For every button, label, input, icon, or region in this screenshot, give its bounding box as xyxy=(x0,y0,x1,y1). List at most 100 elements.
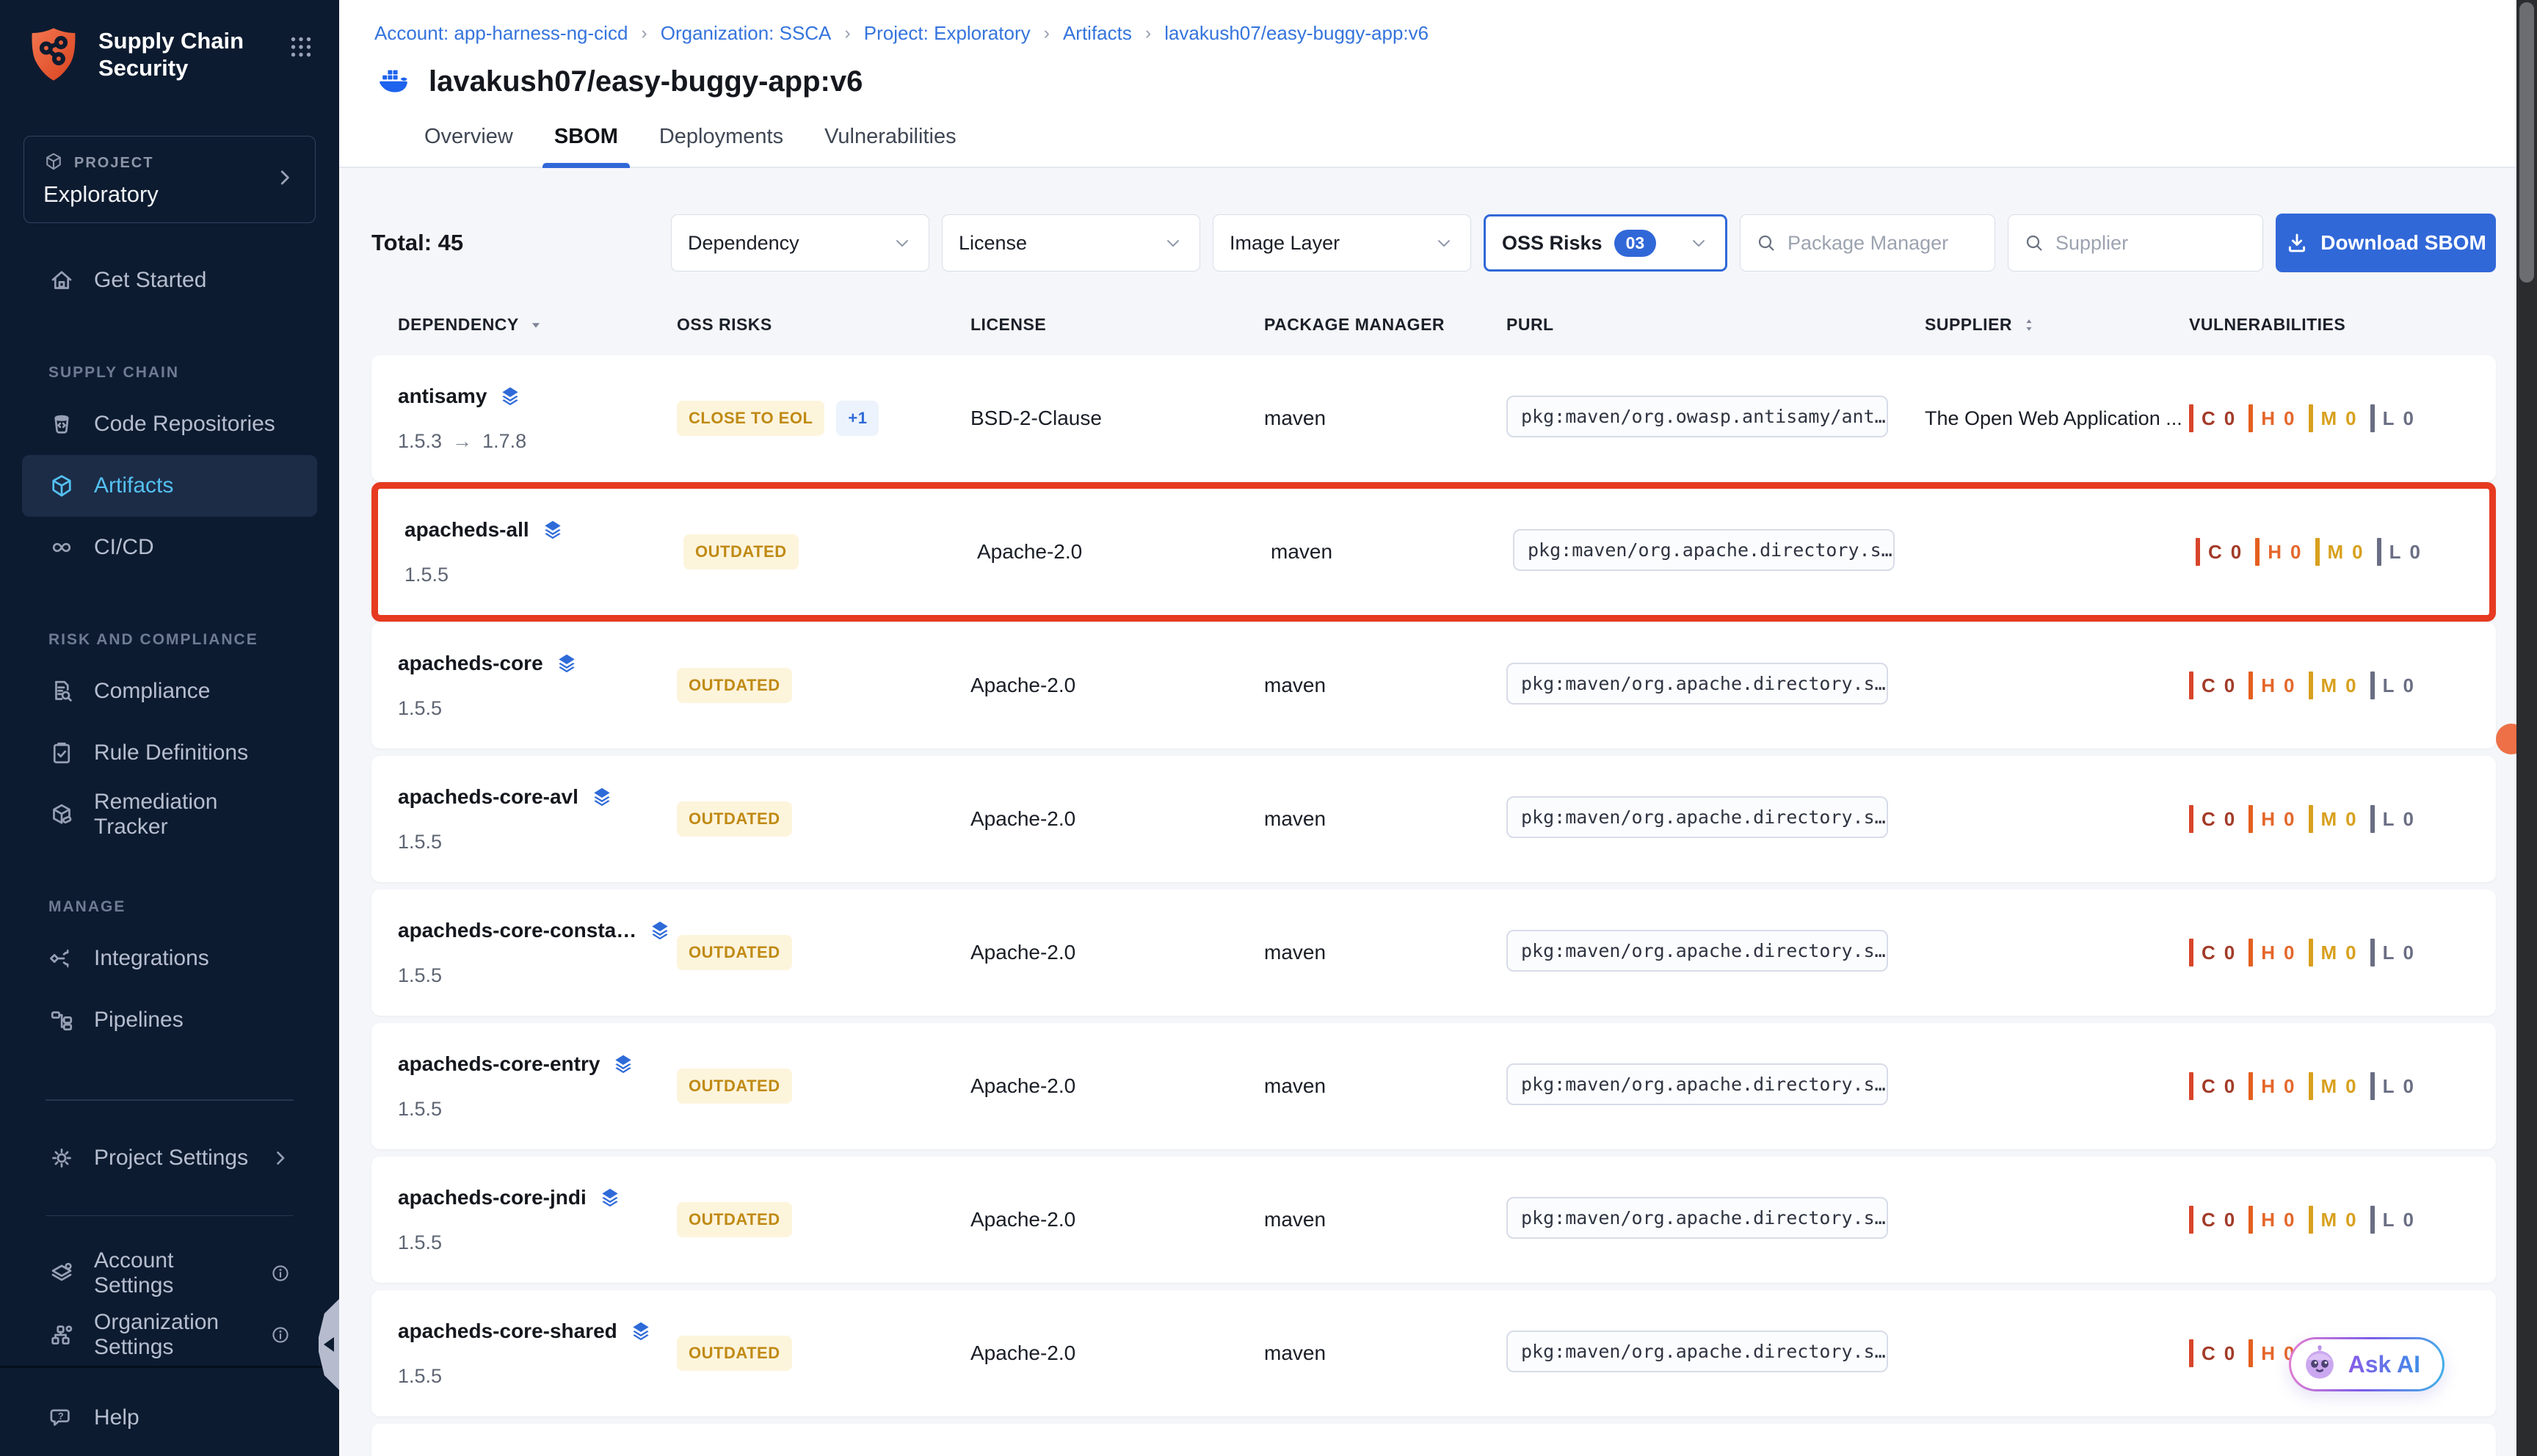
tab-deployments[interactable]: Deployments xyxy=(659,125,783,167)
vuln-count-l: L0 xyxy=(2370,805,2414,833)
severity-letter: M xyxy=(2321,674,2338,697)
dependency-name[interactable]: apacheds-core-jndi xyxy=(398,1186,587,1209)
table-row-apacheds-all[interactable]: apacheds-all1.5.5OUTDATEDApache-2.0maven… xyxy=(371,482,2496,622)
package-manager-cell: maven xyxy=(1264,1074,1506,1098)
table-row-apacheds-core-shared[interactable]: apacheds-core-shared1.5.5OUTDATEDApache-… xyxy=(371,1290,2496,1416)
dependency-name[interactable]: apacheds-core xyxy=(398,652,543,675)
docker-icon xyxy=(374,62,413,101)
package-manager-cell: maven xyxy=(1264,807,1506,831)
purl-pill[interactable]: pkg:maven/org.apache.directory.s… xyxy=(1513,529,1895,571)
table-row-apacheds-interceptor-[interactable]: apacheds-interceptor-…1.5.5OUTDATEDApach… xyxy=(371,1424,2496,1456)
table-row-apacheds-core-entry[interactable]: apacheds-core-entry 1.5.5 OUTDATEDApache-2… xyxy=(371,1023,2496,1149)
vuln-count-m: M0 xyxy=(2315,538,2364,566)
filter-dropdown-license[interactable]: License xyxy=(942,214,1200,272)
purl-pill[interactable]: pkg:maven/org.apache.directory.s… xyxy=(1506,930,1888,972)
vuln-count-l: L0 xyxy=(2370,1072,2414,1100)
column-header-supplier[interactable]: SUPPLIER xyxy=(1925,315,2189,335)
breadcrumb-link[interactable]: Project: Exploratory xyxy=(864,22,1031,45)
oss-risks-cell: OUTDATED xyxy=(677,935,970,970)
sidebar-item-ci-cd[interactable]: CI/CD xyxy=(22,517,317,578)
license-cell: Apache-2.0 xyxy=(970,1074,1264,1098)
project-selector[interactable]: PROJECT Exploratory xyxy=(23,136,316,223)
vuln-count-l: L0 xyxy=(2370,671,2414,699)
project-label: PROJECT xyxy=(74,155,153,172)
breadcrumb-link[interactable]: lavakush07/easy-buggy-app:v6 xyxy=(1164,22,1429,45)
sidebar-item-user[interactable]: L Lavakush xyxy=(22,1449,317,1456)
severity-letter: H xyxy=(2261,1342,2276,1365)
dependency-cell: apacheds-all1.5.5 xyxy=(404,518,683,586)
page-scrollbar[interactable] xyxy=(2516,0,2537,1456)
sidebar-item-project-settings[interactable]: Project Settings xyxy=(22,1127,317,1189)
breadcrumb-link[interactable]: Organization: SSCA xyxy=(661,22,832,45)
sidebar-item-label: CI/CD xyxy=(94,535,154,560)
vuln-count-m: M0 xyxy=(2309,805,2357,833)
purl-pill[interactable]: pkg:maven/org.owasp.antisamy/ant… xyxy=(1506,396,1888,437)
severity-letter: H xyxy=(2268,541,2282,564)
chevron-right-icon xyxy=(270,1148,291,1168)
oss-risks-cell: OUTDATED xyxy=(677,1336,970,1371)
table-row-apacheds-core[interactable]: apacheds-core1.5.5OUTDATEDApache-2.0mave… xyxy=(371,622,2496,749)
dependency-cell: apacheds-core-jndi1.5.5 xyxy=(398,1186,677,1254)
tab-vulnerabilities[interactable]: Vulnerabilities xyxy=(824,125,956,167)
table-row-apacheds-core-jndi[interactable]: apacheds-core-jndi1.5.5OUTDATEDApache-2.… xyxy=(371,1157,2496,1283)
filter-dropdown-oss-risks[interactable]: OSS Risks03 xyxy=(1484,214,1727,272)
breadcrumb-link[interactable]: Account: app-harness-ng-cicd xyxy=(374,22,628,45)
severity-count: 0 xyxy=(2284,808,2295,831)
column-header-dependency[interactable]: DEPENDENCY xyxy=(398,315,677,335)
dependency-name[interactable]: apacheds-core-consta… xyxy=(398,919,636,942)
risk-badge--1[interactable]: +1 xyxy=(836,401,879,436)
version-current: 1.5.5 xyxy=(398,1098,442,1121)
package-manager-cell: maven xyxy=(1264,407,1506,430)
app-title: Supply Chain Security xyxy=(98,25,244,81)
dependency-name[interactable]: apacheds-core-entry xyxy=(398,1052,600,1076)
ask-ai-button[interactable]: Ask AI xyxy=(2289,1337,2445,1391)
table-header: DEPENDENCYOSS RISKSLICENSEPACKAGE MANAGE… xyxy=(371,315,2496,335)
filter-dropdown-dependency[interactable]: Dependency xyxy=(671,214,929,272)
module-grid-icon[interactable] xyxy=(288,25,314,64)
layers-icon xyxy=(629,1320,653,1343)
oss-risks-cell: OUTDATED xyxy=(677,1069,970,1104)
dependency-name[interactable]: apacheds-core-shared xyxy=(398,1320,617,1343)
scrollbar-thumb[interactable] xyxy=(2519,2,2534,283)
sidebar-item-label: Account Settings xyxy=(94,1248,251,1298)
severity-count: 0 xyxy=(2345,942,2356,964)
purl-pill[interactable]: pkg:maven/org.apache.directory.s… xyxy=(1506,1197,1888,1239)
tab-overview[interactable]: Overview xyxy=(424,125,513,167)
breadcrumb-link[interactable]: Artifacts xyxy=(1063,22,1132,45)
sidebar-item-get-started[interactable]: Get Started xyxy=(22,250,317,311)
purl-pill[interactable]: pkg:maven/org.apache.directory.s… xyxy=(1506,1063,1888,1105)
purl-pill[interactable]: pkg:maven/org.apache.directory.s… xyxy=(1506,796,1888,838)
dependency-name[interactable]: apacheds-all xyxy=(404,518,529,542)
sidebar-item-label: Artifacts xyxy=(94,473,173,498)
download-sbom-button[interactable]: Download SBOM xyxy=(2276,214,2496,272)
sidebar-item-integrations[interactable]: Integrations xyxy=(22,928,317,989)
dependency-name[interactable]: apacheds-interceptor-… xyxy=(398,1453,634,1456)
search-input-supplier[interactable] xyxy=(2055,232,2248,255)
severity-count: 0 xyxy=(2345,1075,2356,1098)
sidebar-item-rule-definitions[interactable]: Rule Definitions xyxy=(22,722,317,784)
dependency-name[interactable]: apacheds-core-avl xyxy=(398,785,578,809)
purl-pill[interactable]: pkg:maven/org.apache.directory.s… xyxy=(1506,1331,1888,1372)
sidebar-item-compliance[interactable]: Compliance xyxy=(22,660,317,722)
sidebar-item-artifacts[interactable]: Artifacts xyxy=(22,455,317,517)
sidebar-item-pipelines[interactable]: Pipelines xyxy=(22,989,317,1051)
dependency-name[interactable]: antisamy xyxy=(398,385,487,408)
search-input-package-manager[interactable] xyxy=(1787,232,1980,255)
severity-count: 0 xyxy=(2224,1342,2235,1365)
sidebar-item-account-settings[interactable]: Account Settings xyxy=(22,1242,317,1304)
purl-pill[interactable]: pkg:maven/org.apache.directory.s… xyxy=(1506,663,1888,705)
sidebar-item-organization-settings[interactable]: Organization Settings xyxy=(22,1304,317,1366)
sidebar-item-remediation-tracker[interactable]: Remediation Tracker xyxy=(22,784,317,845)
sidebar-item-help[interactable]: ? Help xyxy=(22,1387,317,1449)
content: Total: 45 DependencyLicenseImage LayerOS… xyxy=(339,168,2537,1456)
table-row-apacheds-core-avl[interactable]: apacheds-core-avl1.5.5OUTDATEDApache-2.0… xyxy=(371,756,2496,882)
column-header-package-manager: PACKAGE MANAGER xyxy=(1264,315,1506,335)
version-current: 1.5.5 xyxy=(398,964,442,987)
package-manager-cell: maven xyxy=(1264,1342,1506,1365)
filter-dropdown-image-layer[interactable]: Image Layer xyxy=(1213,214,1471,272)
severity-letter: C xyxy=(2202,674,2216,697)
sidebar-item-code-repositories[interactable]: Code Repositories xyxy=(22,393,317,455)
table-row-apacheds-core-consta-[interactable]: apacheds-core-consta…1.5.5OUTDATEDApache… xyxy=(371,889,2496,1016)
table-row-antisamy[interactable]: antisamy1.5.3→1.7.8CLOSE TO EOL+1BSD-2-C… xyxy=(371,355,2496,481)
tab-sbom[interactable]: SBOM xyxy=(554,125,618,167)
